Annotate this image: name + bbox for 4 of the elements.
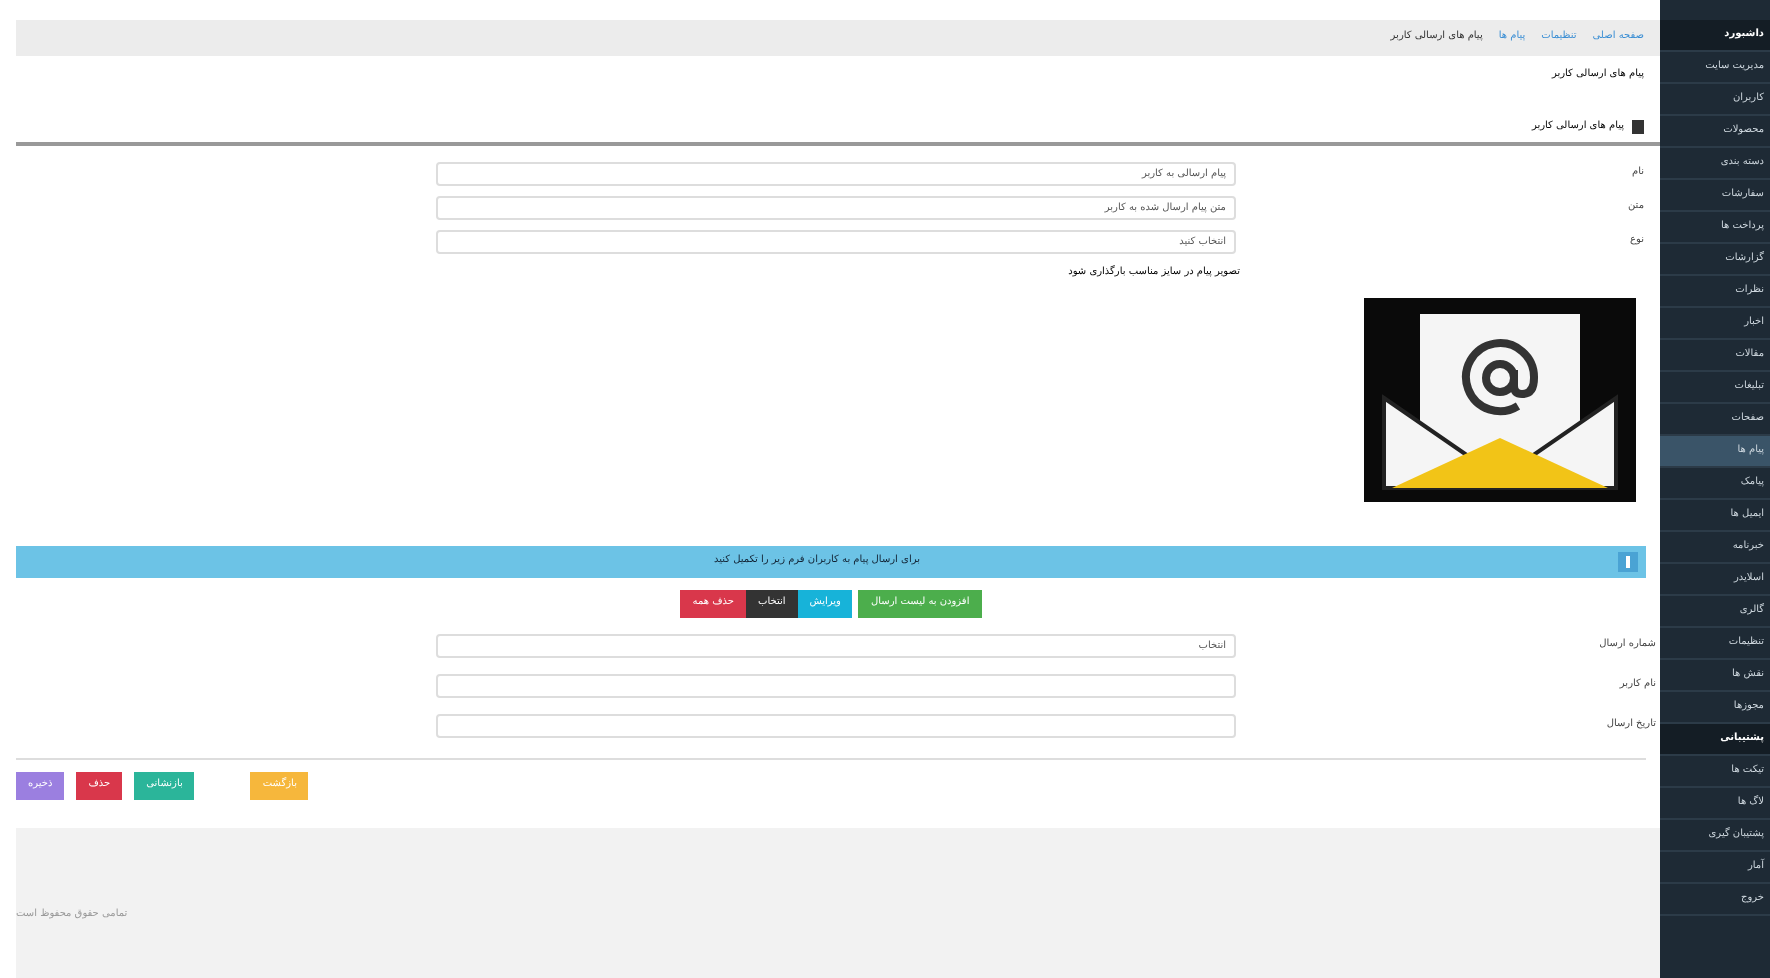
- input-field[interactable]: [436, 713, 1236, 737]
- info-icon: [1618, 551, 1638, 571]
- input-field[interactable]: [436, 673, 1236, 697]
- document-icon: [1632, 119, 1644, 134]
